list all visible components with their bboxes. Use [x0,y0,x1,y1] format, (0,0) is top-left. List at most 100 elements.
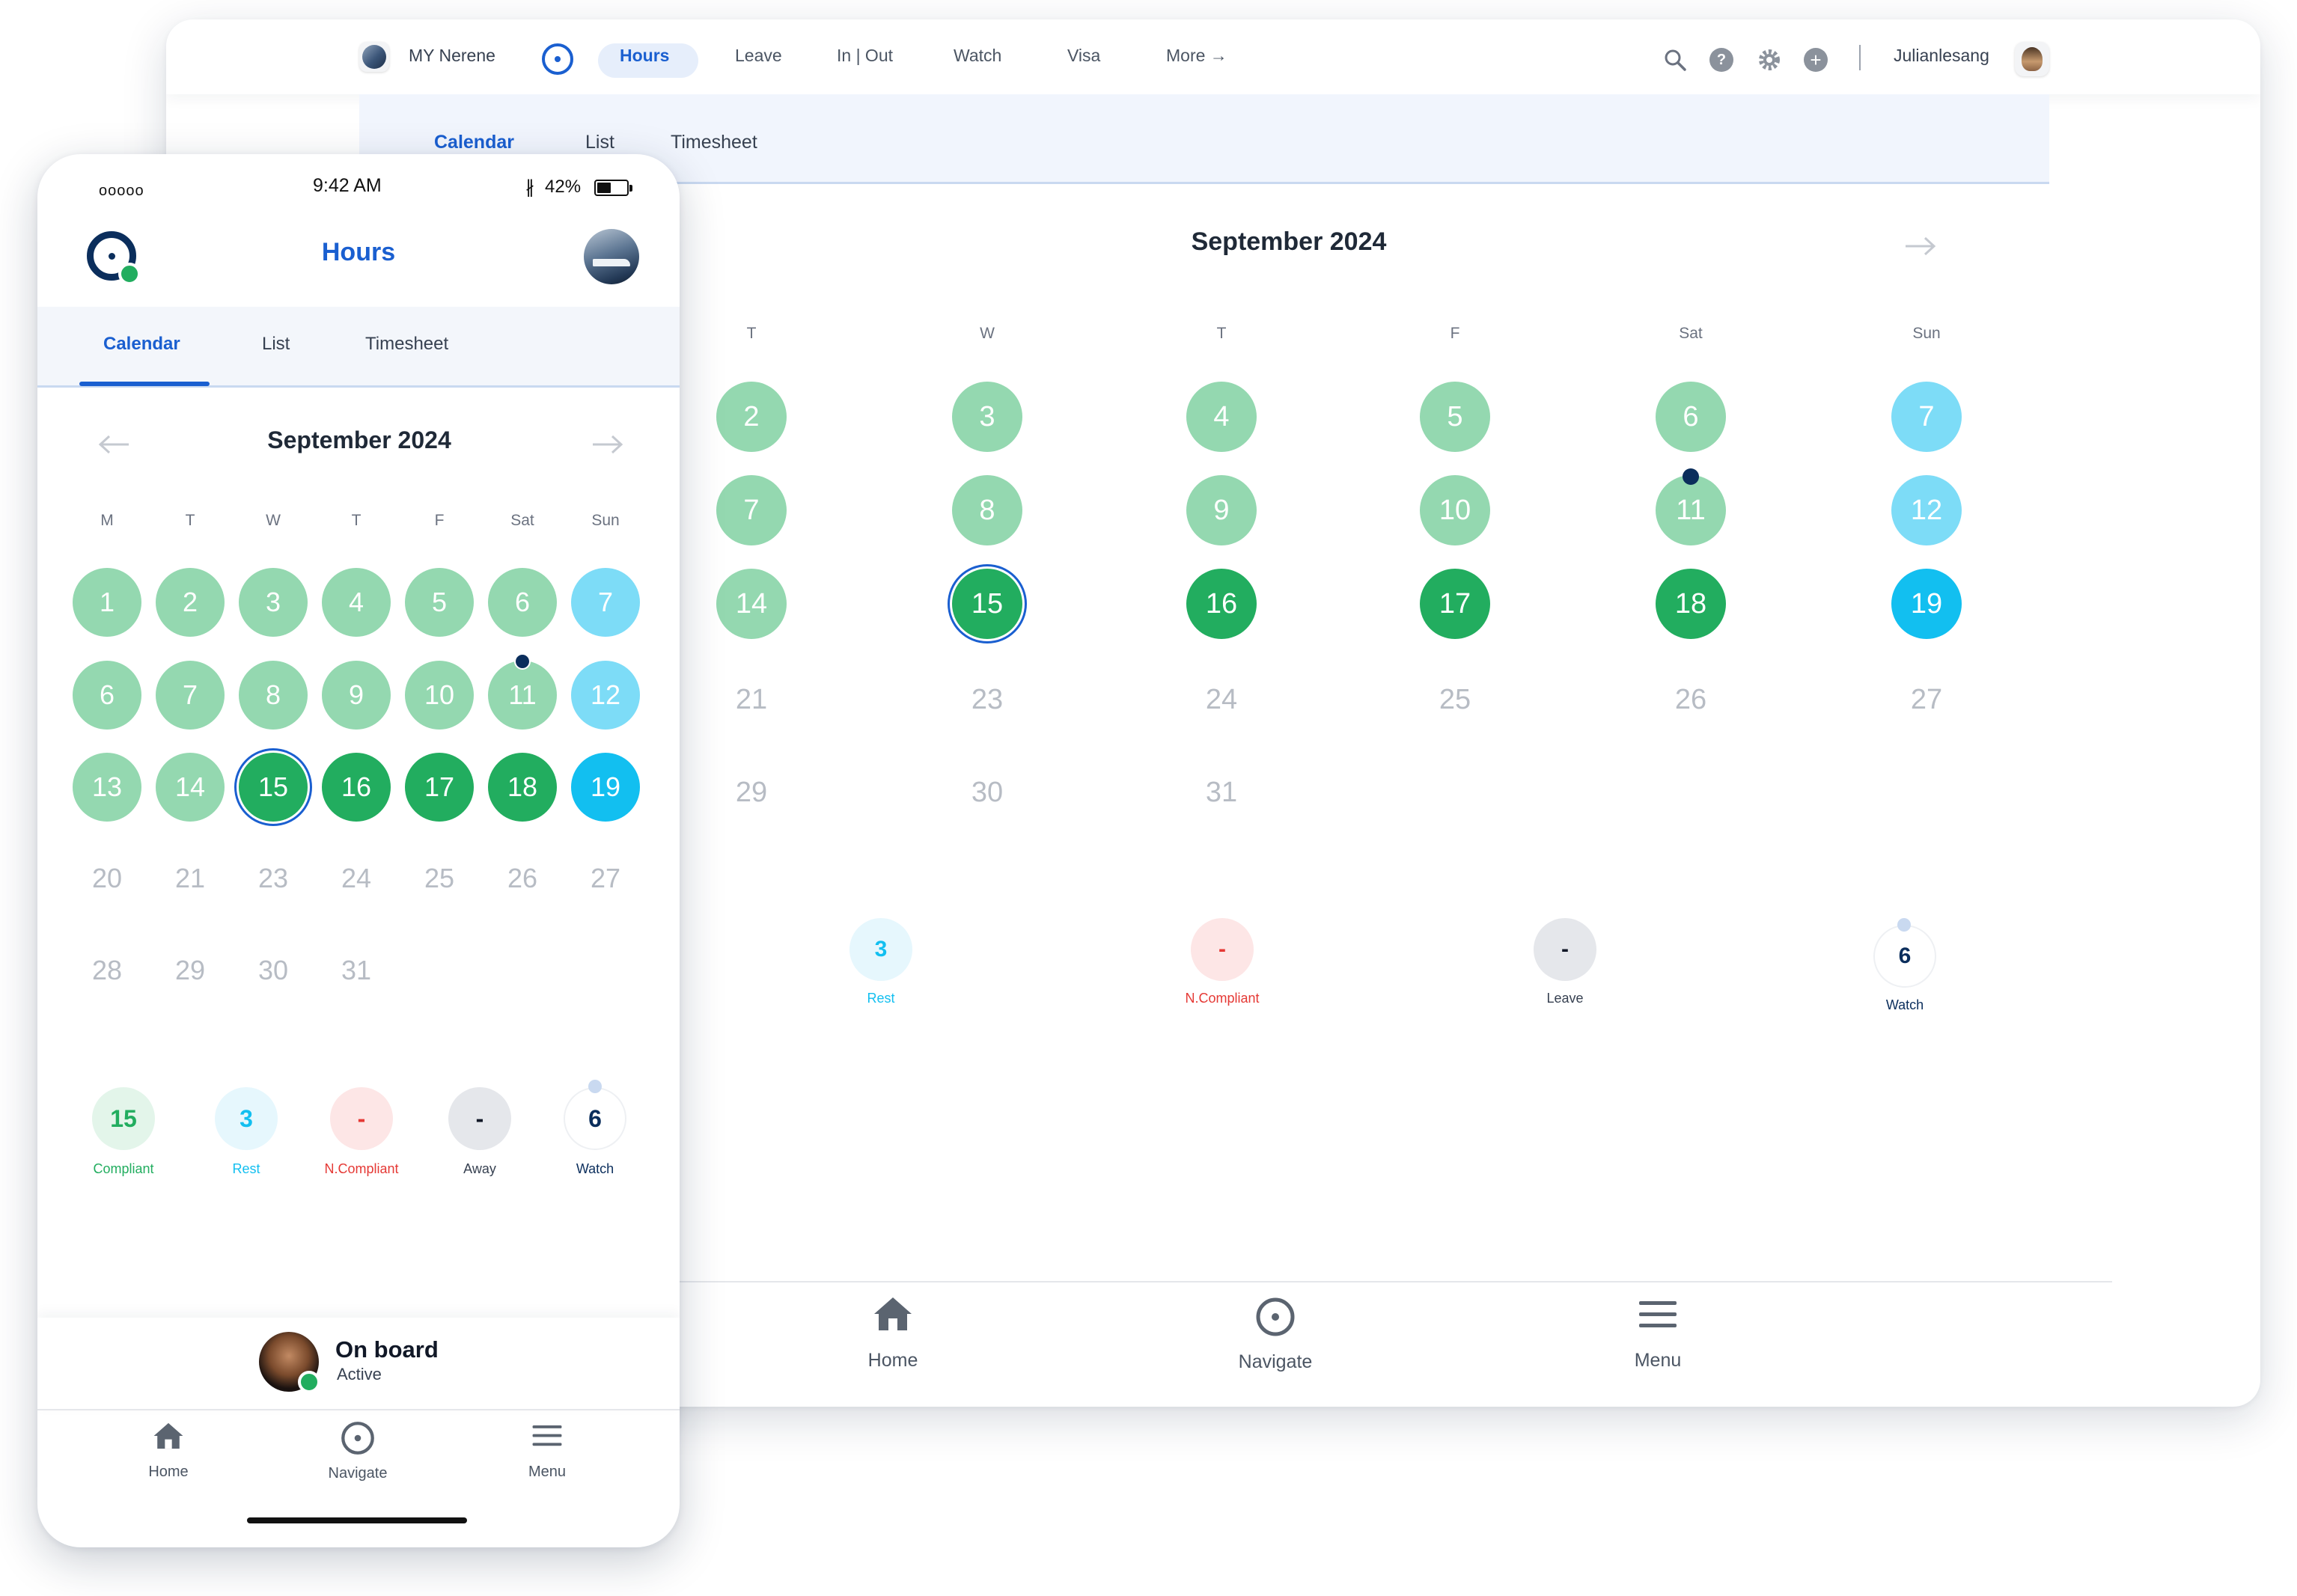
onboard-bar[interactable] [37,1318,680,1410]
app-logo-icon[interactable] [542,43,573,75]
phone-summary-away[interactable]: - [448,1087,511,1150]
desktop-tab-navigate-label[interactable]: Navigate [1201,1351,1350,1373]
phone-day[interactable]: 3 [239,568,308,637]
navigate-compass-icon[interactable] [1254,1296,1296,1338]
desktop-day[interactable]: 18 [1656,569,1726,639]
desktop-day[interactable]: 11 [1656,475,1726,545]
desktop-summary-rest[interactable]: 3 [849,918,912,981]
add-icon[interactable]: + [1804,48,1828,72]
phone-day-future[interactable]: 23 [239,844,308,913]
phone-day[interactable]: 19 [571,753,640,822]
phone-day[interactable]: 6 [488,568,557,637]
desktop-day-future[interactable]: 25 [1420,664,1490,735]
desktop-day-future[interactable]: 27 [1891,664,1962,735]
app-logo-icon[interactable] [87,231,141,285]
phone-day-future[interactable]: 20 [73,844,141,913]
phone-tab-timesheet[interactable]: Timesheet [365,334,448,355]
home-icon[interactable] [153,1422,184,1450]
desktop-day[interactable]: 9 [1186,475,1257,545]
user-avatar[interactable] [2015,42,2049,76]
menu-hamburger-icon[interactable] [531,1423,563,1449]
phone-tab-home-label[interactable]: Home [109,1464,228,1481]
desktop-day[interactable]: 7 [716,475,787,545]
next-month-arrow-icon[interactable] [591,433,624,456]
desktop-day-future[interactable]: 23 [952,664,1022,735]
desktop-day[interactable]: 12 [1891,475,1962,545]
desktop-day[interactable]: 17 [1420,569,1490,639]
desktop-day[interactable]: 7 [1891,382,1962,452]
nav-watch[interactable]: Watch [954,46,1001,66]
desktop-tab-list[interactable]: List [585,132,614,153]
phone-day[interactable]: 12 [571,661,640,730]
username[interactable]: Julianlesang [1894,46,1989,66]
prev-month-arrow-icon[interactable] [97,433,130,456]
phone-day[interactable]: 7 [156,661,225,730]
vessel-avatar[interactable] [359,42,389,72]
phone-day[interactable]: 13 [73,753,141,822]
phone-summary-rest[interactable]: 3 [215,1087,278,1150]
phone-day-selected[interactable]: 15 [239,753,308,822]
phone-day[interactable]: 8 [239,661,308,730]
phone-day[interactable]: 7 [571,568,640,637]
settings-gear-icon[interactable] [1756,46,1783,73]
desktop-summary-noncompliant[interactable]: - [1191,918,1254,981]
phone-day[interactable]: 1 [73,568,141,637]
phone-day-future[interactable]: 30 [239,936,308,1005]
desktop-day[interactable]: 5 [1420,382,1490,452]
phone-tab-navigate-label[interactable]: Navigate [298,1465,418,1482]
nav-more[interactable]: More → [1166,46,1227,66]
phone-day-future[interactable]: 26 [488,844,557,913]
desktop-day-future[interactable]: 31 [1186,757,1257,828]
phone-day[interactable]: 16 [322,753,391,822]
phone-day[interactable]: 18 [488,753,557,822]
desktop-day-future[interactable]: 29 [716,757,787,828]
phone-day[interactable]: 6 [73,661,141,730]
search-icon[interactable] [1663,48,1687,72]
phone-day-future[interactable]: 28 [73,936,141,1005]
phone-day[interactable]: 2 [156,568,225,637]
desktop-day[interactable]: 2 [716,382,787,452]
navigate-compass-icon[interactable] [340,1420,376,1456]
desktop-day[interactable]: 14 [716,569,787,639]
nav-hours[interactable]: Hours [620,46,669,66]
phone-day[interactable]: 5 [405,568,474,637]
phone-tab-calendar[interactable]: Calendar [103,334,180,355]
desktop-day[interactable]: 16 [1186,569,1257,639]
desktop-day[interactable]: 6 [1656,382,1726,452]
phone-day-future[interactable]: 24 [322,844,391,913]
phone-summary-compliant[interactable]: 15 [92,1087,155,1150]
desktop-tab-calendar[interactable]: Calendar [434,132,514,153]
phone-day-future[interactable]: 25 [405,844,474,913]
home-icon[interactable] [873,1296,913,1332]
phone-summary-noncompliant[interactable]: - [330,1087,393,1150]
desktop-day[interactable]: 3 [952,382,1022,452]
phone-day-future[interactable]: 29 [156,936,225,1005]
nav-visa[interactable]: Visa [1067,46,1100,66]
desktop-day[interactable]: 8 [952,475,1022,545]
desktop-day[interactable]: 4 [1186,382,1257,452]
phone-day[interactable]: 17 [405,753,474,822]
desktop-day-selected[interactable]: 15 [952,569,1022,639]
desktop-day[interactable]: 10 [1420,475,1490,545]
desktop-summary-watch[interactable]: 6 [1873,925,1936,988]
menu-hamburger-icon[interactable] [1638,1299,1678,1330]
desktop-tab-home-label[interactable]: Home [818,1350,968,1372]
desktop-tab-menu-label[interactable]: Menu [1583,1350,1733,1372]
phone-day[interactable]: 14 [156,753,225,822]
phone-day-future[interactable]: 27 [571,844,640,913]
desktop-day-future[interactable]: 24 [1186,664,1257,735]
phone-tab-list[interactable]: List [262,334,290,355]
phone-day[interactable]: 9 [322,661,391,730]
desktop-summary-leave[interactable]: - [1534,918,1596,981]
vessel-avatar[interactable] [584,229,639,284]
phone-day-future[interactable]: 31 [322,936,391,1005]
phone-day-future[interactable]: 21 [156,844,225,913]
phone-summary-watch[interactable]: 6 [564,1087,626,1150]
phone-day[interactable]: 11 [488,661,557,730]
nav-in-out[interactable]: In | Out [837,46,893,66]
phone-day[interactable]: 4 [322,568,391,637]
phone-tab-menu-label[interactable]: Menu [487,1464,607,1481]
next-month-arrow-icon[interactable] [1904,235,1937,257]
desktop-day-future[interactable]: 26 [1656,664,1726,735]
desktop-tab-timesheet[interactable]: Timesheet [671,132,757,153]
